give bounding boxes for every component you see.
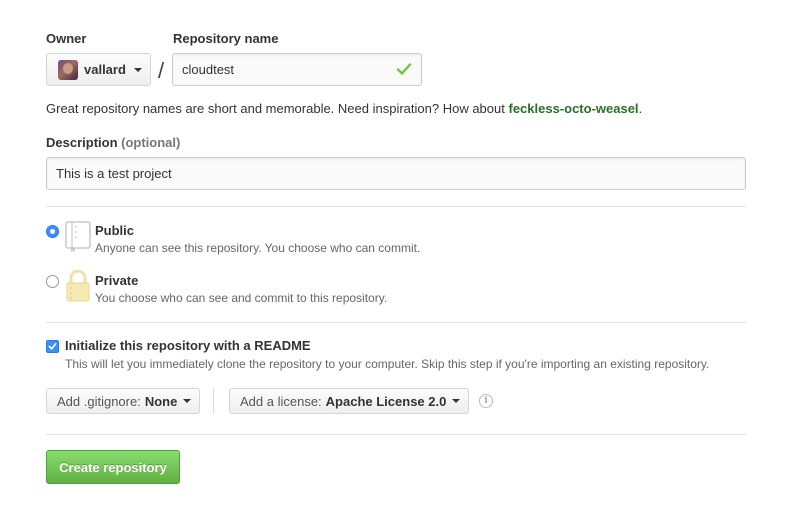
check-icon — [396, 63, 412, 75]
owner-label: Owner — [46, 31, 87, 46]
description-input[interactable] — [46, 157, 746, 190]
owner-dropdown[interactable]: vallard — [46, 53, 151, 86]
repo-name-input[interactable] — [172, 53, 422, 86]
owner-name: vallard — [84, 62, 126, 77]
hint-end: . — [638, 101, 643, 116]
private-description: You choose who can see and commit to thi… — [95, 291, 388, 305]
private-title: Private — [95, 273, 139, 288]
public-title: Public — [95, 223, 135, 238]
public-description: Anyone can see this repository. You choo… — [95, 241, 421, 255]
private-radio[interactable] — [46, 275, 59, 288]
license-value: Apache License 2.0 — [325, 393, 447, 409]
lock-icon — [66, 270, 90, 302]
license-label: Add a license: — [240, 393, 322, 409]
optional-tag: (optional) — [121, 135, 181, 150]
caret-down-icon — [452, 399, 461, 403]
repo-name-hint: Great repository names are short and mem… — [46, 101, 642, 116]
gitignore-label: Add .gitignore: — [57, 393, 141, 409]
divider — [46, 206, 746, 207]
avatar — [58, 59, 78, 80]
divider — [46, 434, 746, 435]
caret-down-icon — [133, 67, 142, 72]
gitignore-select[interactable]: Add .gitignore: None — [46, 388, 200, 414]
readme-title: Initialize this repository with a README — [65, 338, 311, 353]
info-icon[interactable]: i — [479, 394, 493, 408]
create-repository-button[interactable]: Create repository — [46, 450, 180, 484]
checkmark-icon — [48, 342, 57, 350]
repo-name-label: Repository name — [173, 31, 279, 46]
gitignore-value: None — [144, 393, 178, 409]
description-label-text: Description — [46, 135, 118, 150]
repo-book-icon — [65, 221, 91, 252]
readme-description: This will let you immediately clone the … — [65, 357, 710, 371]
readme-checkbox[interactable] — [46, 340, 59, 353]
description-label: Description (optional) — [46, 135, 180, 150]
license-select[interactable]: Add a license: Apache License 2.0 — [229, 388, 469, 414]
divider — [46, 322, 746, 323]
caret-down-icon — [183, 399, 192, 403]
hint-text: Great repository names are short and mem… — [46, 101, 505, 116]
name-suggestion-link[interactable]: feckless-octo-weasel — [508, 101, 638, 116]
owner-repo-separator: / — [158, 58, 165, 83]
public-radio[interactable] — [46, 225, 59, 238]
vertical-divider — [213, 388, 214, 414]
